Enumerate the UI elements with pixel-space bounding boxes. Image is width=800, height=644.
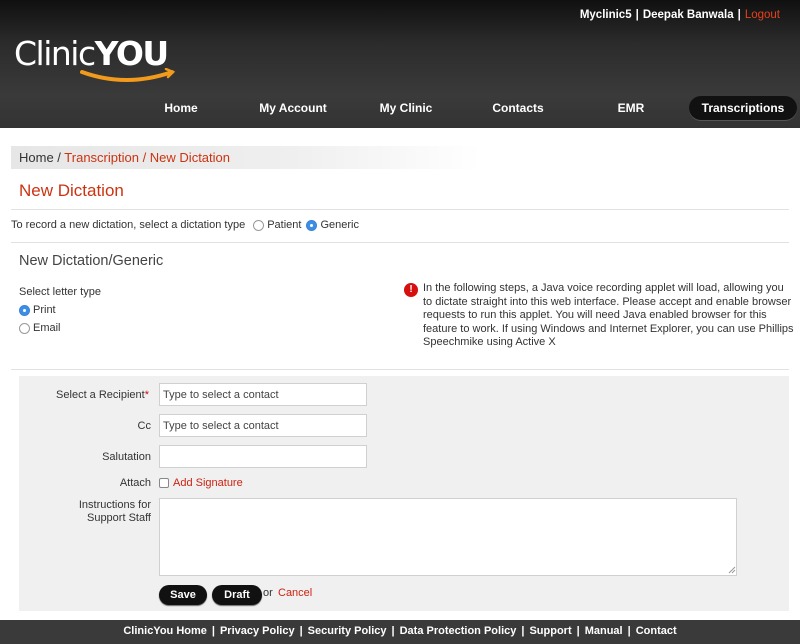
dictation-type-row: To record a new dictation, select a dict… — [11, 219, 359, 231]
radio-email[interactable] — [19, 322, 30, 334]
dictation-type-prompt: To record a new dictation, select a dict… — [11, 219, 246, 231]
nav-my-account[interactable]: My Account — [250, 96, 336, 120]
divider — [11, 242, 789, 243]
salutation-label: Salutation — [102, 451, 151, 463]
footer-link-manual[interactable]: Manual — [585, 625, 623, 637]
main-nav: Home My Account My Clinic Contacts EMR T… — [0, 96, 800, 120]
user-bar-separator: | — [737, 9, 741, 21]
dictation-type-patient[interactable]: Patient — [253, 219, 301, 231]
resize-grip-icon[interactable] — [728, 566, 736, 574]
or-text: or — [263, 587, 273, 599]
divider — [11, 209, 789, 210]
user-bar-separator: | — [635, 9, 639, 21]
footer-separator: | — [299, 625, 303, 637]
save-button[interactable]: Save — [159, 585, 207, 605]
breadcrumb-transcription[interactable]: Transcription — [64, 150, 139, 165]
cc-label: Cc — [137, 420, 151, 432]
section-title: New Dictation/Generic — [19, 253, 164, 269]
nav-my-clinic[interactable]: My Clinic — [370, 96, 442, 120]
recipient-input[interactable] — [159, 383, 367, 406]
user-name[interactable]: Deepak Banwala — [643, 9, 734, 21]
radio-print[interactable] — [19, 304, 30, 316]
letter-type-label: Select letter type — [19, 286, 101, 298]
header: Myclinic5 | Deepak Banwala | Logout ClinicYO… — [0, 0, 800, 128]
add-signature-checkbox[interactable] — [159, 478, 169, 488]
nav-contacts[interactable]: Contacts — [482, 96, 554, 120]
radio-generic-label[interactable]: Generic — [320, 219, 359, 231]
nav-emr[interactable]: EMR — [606, 96, 656, 120]
breadcrumb-separator: / — [138, 150, 150, 165]
letter-type-print[interactable]: Print — [19, 304, 56, 316]
salutation-input[interactable] — [159, 445, 367, 468]
footer-link-support[interactable]: Support — [529, 625, 571, 637]
cc-input[interactable] — [159, 414, 367, 437]
divider — [11, 369, 789, 370]
attach-signature[interactable]: Add Signature — [159, 477, 243, 489]
dictation-type-generic[interactable]: Generic — [306, 219, 359, 231]
attach-label: Attach — [119, 477, 151, 489]
footer-separator: | — [627, 625, 631, 637]
footer-separator: | — [391, 625, 395, 637]
radio-generic[interactable] — [306, 219, 318, 231]
footer-separator: | — [521, 625, 525, 637]
radio-patient-label[interactable]: Patient — [267, 219, 301, 231]
nav-transcriptions[interactable]: Transcriptions — [689, 96, 797, 120]
alert-icon: ! — [404, 283, 418, 297]
footer-link-privacy[interactable]: Privacy Policy — [220, 625, 295, 637]
clinicyou-logo[interactable]: ClinicYOU — [14, 34, 176, 90]
add-signature-link[interactable]: Add Signature — [173, 477, 243, 489]
logout-link[interactable]: Logout — [745, 9, 780, 21]
breadcrumb-separator: / — [53, 150, 65, 165]
footer-link-contact[interactable]: Contact — [636, 625, 677, 637]
breadcrumb: Home / Transcription / New Dictation — [11, 146, 481, 169]
breadcrumb-home[interactable]: Home — [19, 150, 54, 165]
nav-home[interactable]: Home — [150, 96, 212, 120]
recipient-label: Select a Recipient* — [56, 389, 149, 401]
breadcrumb-current: New Dictation — [149, 150, 230, 165]
radio-email-label[interactable]: Email — [33, 322, 61, 334]
radio-patient[interactable] — [253, 219, 265, 231]
footer-link-home[interactable]: ClinicYou Home — [123, 625, 207, 637]
footer-separator: | — [576, 625, 580, 637]
footer-separator: | — [211, 625, 215, 637]
instructions-textarea[interactable] — [159, 498, 737, 576]
letter-type-email[interactable]: Email — [19, 322, 61, 334]
logo-smile-icon — [80, 68, 176, 82]
cancel-link[interactable]: Cancel — [278, 587, 312, 599]
draft-button[interactable]: Draft — [212, 585, 262, 605]
radio-print-label[interactable]: Print — [33, 304, 56, 316]
instructions-label: Instructions for Support Staff — [78, 499, 151, 524]
user-bar: Myclinic5 | Deepak Banwala | Logout — [580, 9, 780, 21]
clinic-name[interactable]: Myclinic5 — [580, 9, 632, 21]
java-applet-notice: In the following steps, a Java voice rec… — [423, 282, 794, 349]
footer: ClinicYou Home | Privacy Policy | Security P… — [0, 620, 800, 644]
footer-link-security[interactable]: Security Policy — [308, 625, 387, 637]
footer-link-data-protection[interactable]: Data Protection Policy — [400, 625, 517, 637]
dictation-form: Select a Recipient* Cc Salutation Attach… — [19, 376, 789, 611]
page-title: New Dictation — [19, 181, 124, 200]
